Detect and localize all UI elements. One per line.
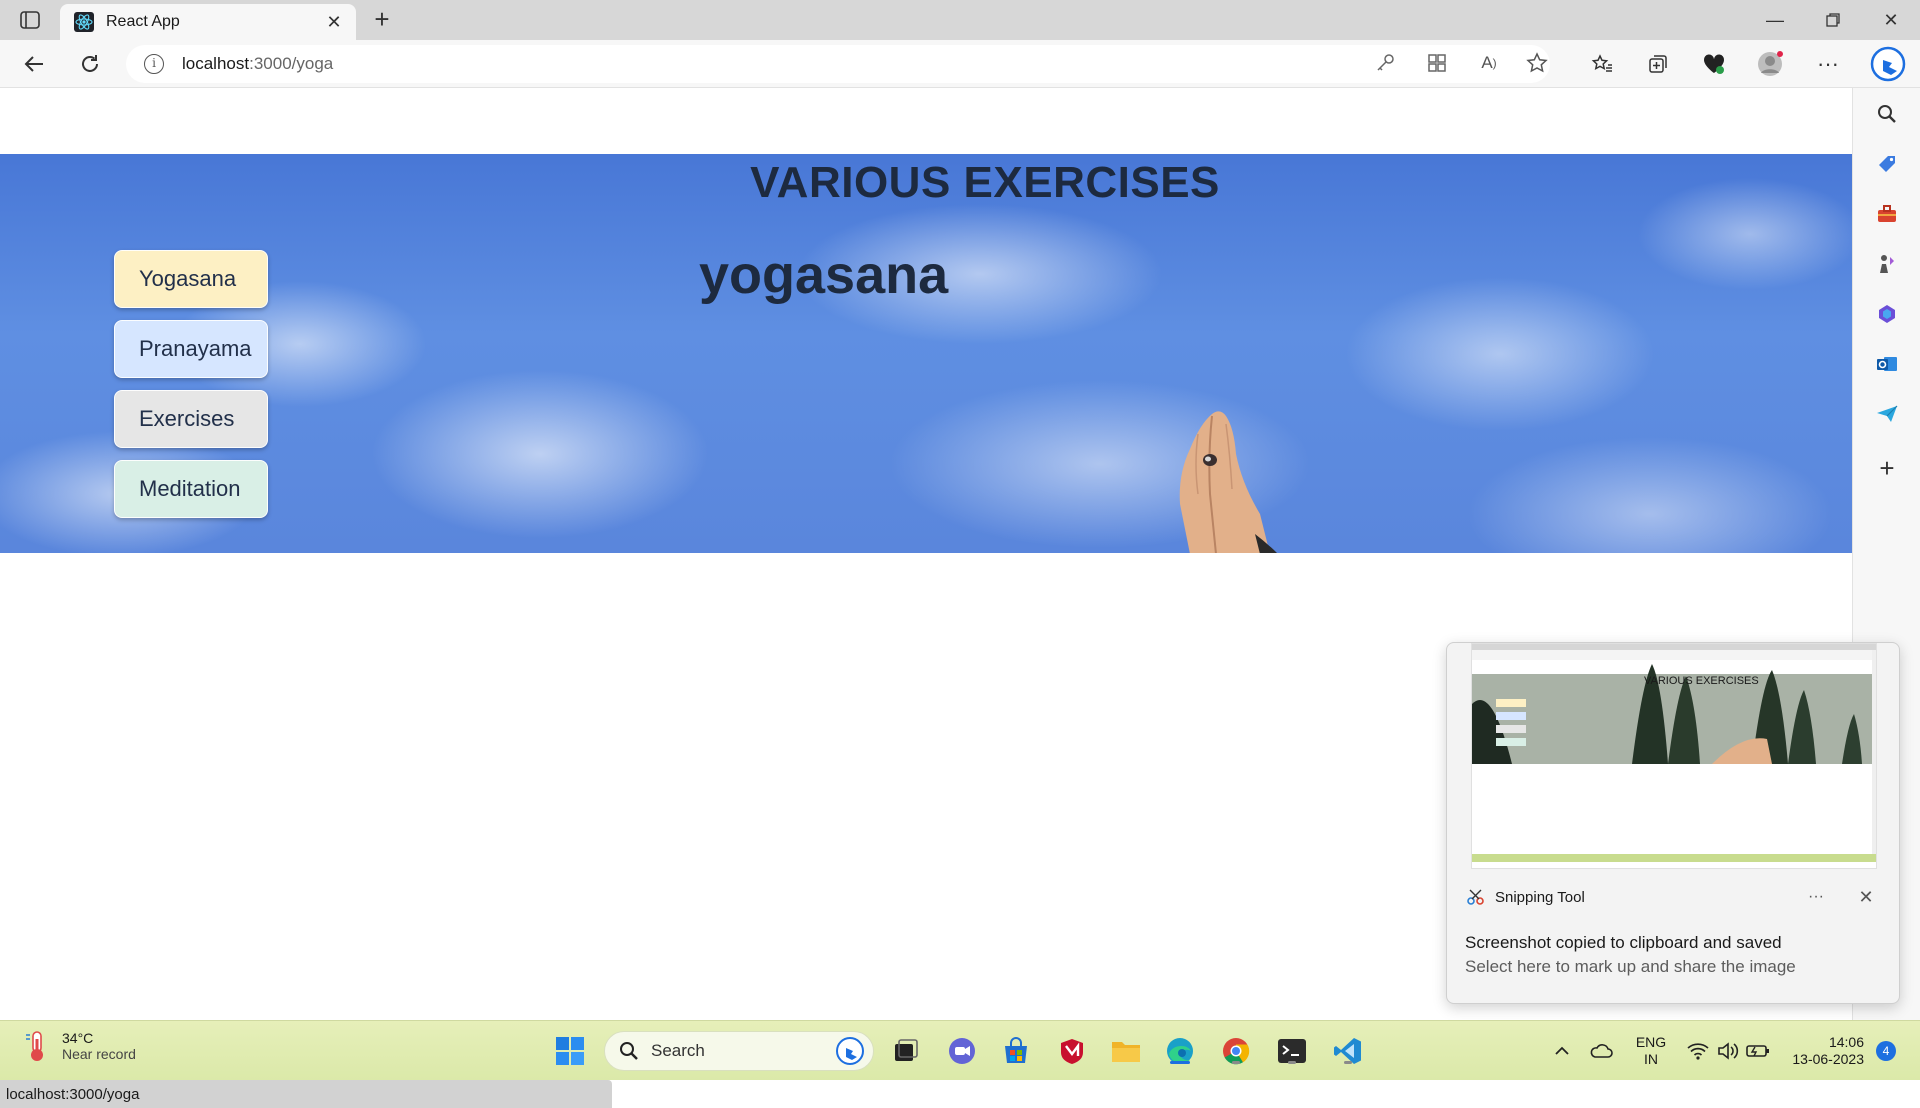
restore-icon[interactable] [1810, 6, 1856, 34]
tab-title: React App [106, 13, 180, 30]
address-bar-row: i localhost:3000/yoga A) ··· [0, 40, 1920, 88]
pranayama-button-label: Pranayama [139, 336, 252, 361]
show-hidden-icons-chevron-icon[interactable] [1552, 1035, 1572, 1067]
onedrive-cloud-icon[interactable] [1588, 1035, 1614, 1067]
tab-actions-icon[interactable] [18, 8, 42, 32]
back-icon[interactable] [18, 48, 50, 80]
clock-time: 14:06 [1828, 1034, 1864, 1050]
site-info-icon[interactable]: i [144, 54, 164, 74]
file-explorer-icon[interactable] [1110, 1035, 1142, 1067]
meditation-button[interactable]: Meditation [114, 460, 268, 518]
thermometer-icon [26, 1031, 43, 1061]
react-favicon-icon [74, 12, 94, 32]
settings-more-icon[interactable]: ··· [1814, 50, 1842, 78]
clock[interactable]: 14:06 13-06-2023 [1784, 1034, 1864, 1067]
tab-bar: React App ✕ + — ✕ [0, 0, 1920, 40]
url-field[interactable]: i localhost:3000/yoga [126, 45, 1550, 83]
taskbar: 34°C Near record Search ENG IN 14:06 13-… [0, 1020, 1920, 1080]
chrome-icon[interactable] [1220, 1035, 1252, 1067]
meditation-button-label: Meditation [139, 476, 241, 501]
status-bar-url: localhost:3000/yoga [0, 1080, 612, 1108]
start-windows-icon[interactable] [554, 1035, 586, 1067]
browser-essentials-icon[interactable] [1700, 50, 1728, 78]
yogasana-button-label: Yogasana [139, 266, 237, 291]
weather-temperature: 34°C [62, 1030, 94, 1046]
microsoft-store-icon[interactable] [1000, 1035, 1032, 1067]
thumbnail-title: VARIOUS EXERCISES [1644, 675, 1759, 687]
exercises-button[interactable]: Exercises [114, 390, 268, 448]
microsoft-365-icon[interactable] [1875, 302, 1899, 326]
language-region: IN [1644, 1051, 1658, 1067]
weather-description: Near record [62, 1046, 136, 1062]
vscode-icon[interactable] [1332, 1035, 1364, 1067]
yogasana-button[interactable]: Yogasana [114, 250, 268, 308]
notification-message: Screenshot copied to clipboard and saved [1465, 933, 1782, 952]
window-close-icon[interactable]: ✕ [1868, 6, 1914, 34]
profile-avatar[interactable] [1756, 50, 1784, 78]
task-view-icon[interactable] [890, 1035, 922, 1067]
snipping-tool-icon [1467, 889, 1484, 905]
favorites-icon[interactable] [1588, 50, 1616, 78]
screenshot-thumbnail[interactable]: VARIOUS EXERCISES [1471, 643, 1877, 869]
send-icon[interactable] [1875, 402, 1899, 426]
pranayama-button[interactable]: Pranayama [114, 320, 268, 378]
url-host: localhost [182, 54, 250, 73]
thumbnail-preview: VARIOUS EXERCISES [1472, 644, 1876, 862]
page-title: VARIOUS EXERCISES [750, 158, 1220, 207]
read-aloud-icon[interactable]: A) [1476, 50, 1502, 76]
notification-app-name: Snipping Tool [1495, 888, 1585, 906]
chrome-running-indicator [1232, 1061, 1240, 1064]
tools-icon[interactable] [1875, 202, 1899, 226]
search-icon[interactable] [1875, 102, 1899, 126]
minimize-icon[interactable]: — [1752, 6, 1798, 34]
notification-center-badge[interactable]: 4 [1874, 1035, 1898, 1067]
key-icon[interactable] [1372, 50, 1398, 76]
taskbar-search-icon [620, 1042, 638, 1060]
notification-sub-message: Select here to mark up and share the ima… [1465, 957, 1796, 976]
taskbar-search-input[interactable]: Search [604, 1031, 874, 1071]
browser-tab[interactable]: React App ✕ [60, 4, 356, 40]
refresh-icon[interactable] [74, 48, 106, 80]
bing-search-icon [836, 1037, 864, 1065]
hero-banner: VARIOUS EXERCISES yogasana Yogasana Pran… [0, 154, 1852, 553]
notification-count: 4 [1876, 1041, 1896, 1061]
teams-chat-icon[interactable] [946, 1035, 978, 1067]
tab-close-icon[interactable]: ✕ [320, 12, 348, 33]
volume-icon[interactable] [1714, 1035, 1742, 1067]
outlook-icon[interactable] [1875, 352, 1899, 376]
terminal-icon[interactable] [1276, 1035, 1308, 1067]
wifi-icon[interactable] [1684, 1035, 1712, 1067]
edge-active-indicator [1170, 1061, 1190, 1064]
language-code: ENG [1635, 1034, 1667, 1050]
add-sidebar-app-icon[interactable]: + [1875, 453, 1899, 483]
language-indicator[interactable]: ENG IN [1630, 1034, 1672, 1067]
snipping-tool-notification[interactable]: VARIOUS EXERCISES Snipping Tool ··· ✕ Sc… [1446, 642, 1900, 1004]
weather-widget[interactable]: 34°C Near record [24, 1029, 136, 1063]
notification-close-icon[interactable]: ✕ [1851, 887, 1881, 908]
new-tab-icon[interactable]: + [368, 6, 396, 34]
edge-browser-icon[interactable] [1164, 1035, 1196, 1067]
notification-more-icon[interactable]: ··· [1801, 888, 1831, 906]
url-path: :3000/yoga [249, 54, 334, 73]
shopping-tag-icon[interactable] [1875, 152, 1899, 176]
apps-icon[interactable] [1424, 50, 1450, 76]
favorite-star-icon[interactable] [1524, 50, 1550, 76]
taskbar-search-label: Search [651, 1041, 705, 1060]
clock-date: 13-06-2023 [1792, 1051, 1864, 1067]
vscode-running-indicator [1344, 1061, 1352, 1064]
collections-icon[interactable] [1644, 50, 1672, 78]
praying-hands-image [1179, 411, 1277, 553]
battery-icon[interactable] [1744, 1035, 1772, 1067]
terminal-running-indicator [1288, 1061, 1296, 1064]
section-heading: yogasana [699, 245, 949, 305]
exercises-button-label: Exercises [139, 406, 235, 431]
games-icon[interactable] [1875, 252, 1899, 276]
mcafee-icon[interactable] [1056, 1035, 1088, 1067]
bing-chat-icon[interactable] [1870, 46, 1906, 82]
